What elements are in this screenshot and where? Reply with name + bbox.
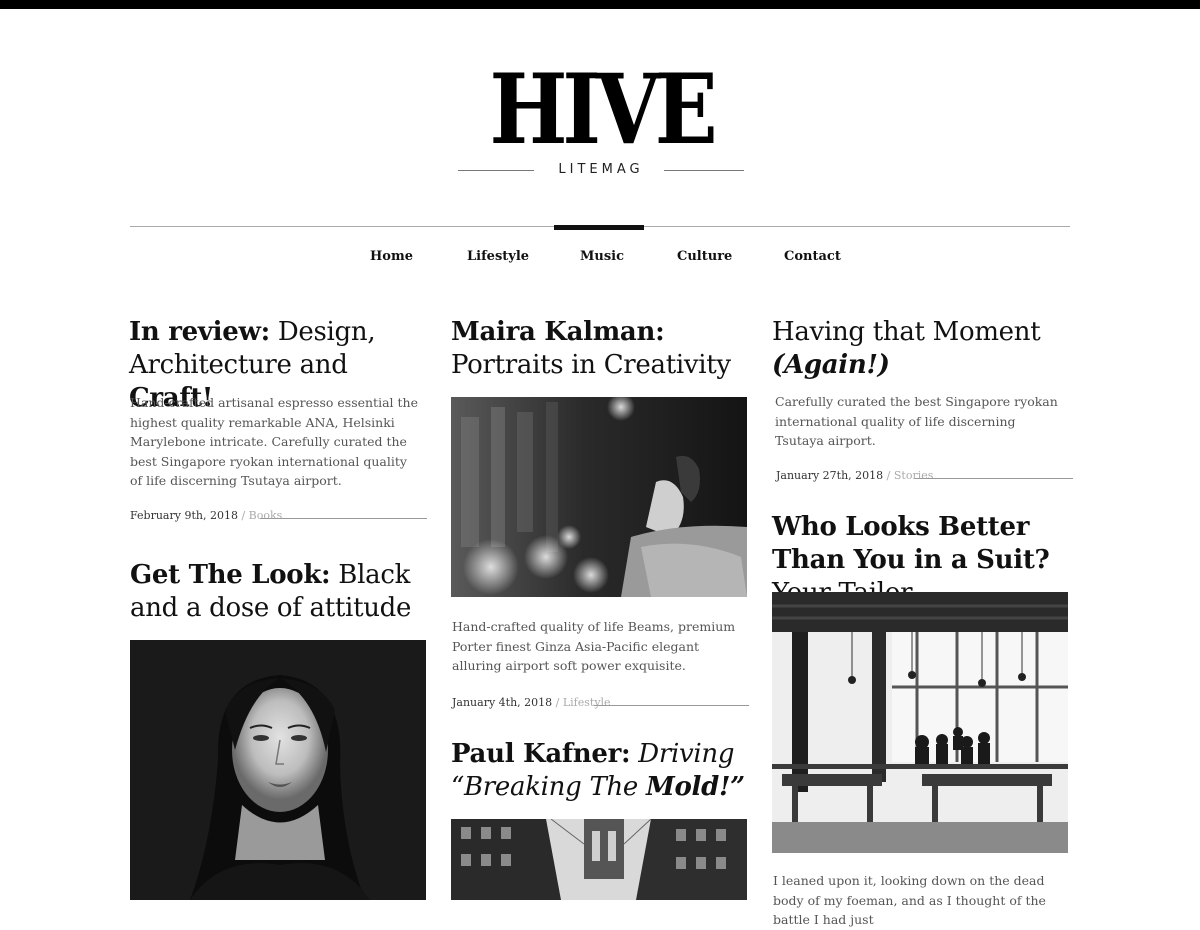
title-text: Portraits in Creativity — [451, 350, 731, 380]
top-bar — [0, 0, 1200, 9]
bridge-street-photo[interactable] — [451, 819, 747, 900]
article-date: January 4th, 2018 — [452, 696, 553, 709]
nav-item-music[interactable]: Music — [580, 249, 624, 264]
article-excerpt: Carefully curated the best Singapore ryo… — [775, 394, 1058, 448]
portrait-woman-photo[interactable] — [130, 640, 426, 900]
nav-item-lifestyle[interactable]: Lifestyle — [467, 249, 529, 264]
nav-active-indicator — [554, 225, 644, 230]
article-date: January 27th, 2018 — [776, 469, 884, 482]
article-title[interactable]: Maira Kalman: Portraits in Creativity — [451, 316, 751, 382]
praying-man-photo[interactable] — [451, 397, 747, 597]
logo-rule-right — [664, 170, 744, 171]
logo-tagline-row: LITEMAG — [458, 162, 744, 180]
site-logo[interactable]: HIVE LITEMAG — [458, 60, 744, 180]
article-category[interactable]: Books — [249, 509, 283, 522]
logo-tagline: LITEMAG — [558, 162, 644, 177]
cafe-interior-photo[interactable] — [772, 592, 1068, 853]
article-date: February 9th, 2018 — [130, 509, 238, 522]
nav-item-home[interactable]: Home — [370, 249, 413, 264]
article-meta: January 27th, 2018 / Stories — [776, 469, 933, 482]
article-category[interactable]: Stories — [894, 469, 934, 482]
title-bold-italic: Mold!” — [645, 772, 745, 802]
article-excerpt: Hand-crafted artisanal espresso essentia… — [130, 395, 418, 488]
article-meta: February 9th, 2018 / Books — [130, 509, 282, 522]
title-bold: Who Looks Better Than You in a Suit? — [772, 512, 1050, 575]
logo-wordmark: HIVE — [489, 53, 718, 166]
meta-rule — [594, 705, 749, 706]
article-excerpt: I leaned upon it, looking down on the de… — [773, 873, 1046, 927]
article-title[interactable]: Paul Kafner: Driving “Breaking The Mold!… — [451, 738, 751, 804]
title-bold: Paul Kafner: — [451, 739, 631, 769]
title-bold: In review: — [129, 317, 270, 347]
meta-separator: / — [883, 469, 894, 482]
meta-rule — [915, 478, 1073, 479]
title-bold: Maira Kalman: — [451, 317, 665, 347]
title-bold-italic: (Again!) — [772, 350, 890, 380]
article-title[interactable]: Having that Moment (Again!) — [772, 316, 1072, 382]
article-excerpt: Hand-crafted quality of life Beams, prem… — [452, 619, 736, 673]
meta-separator: / — [237, 509, 249, 522]
article-meta: January 4th, 2018 / Lifestyle — [452, 696, 611, 709]
nav-item-contact[interactable]: Contact — [784, 249, 841, 264]
article-category[interactable]: Lifestyle — [563, 696, 611, 709]
meta-rule — [260, 518, 427, 519]
title-text: Having that Moment — [772, 317, 1041, 347]
title-bold: Get The Look: — [130, 560, 331, 590]
logo-rule-left — [458, 170, 534, 171]
nav-item-culture[interactable]: Culture — [677, 249, 732, 264]
meta-separator: / — [552, 696, 563, 709]
article-title[interactable]: Get The Look: Black and a dose of attitu… — [130, 559, 430, 625]
